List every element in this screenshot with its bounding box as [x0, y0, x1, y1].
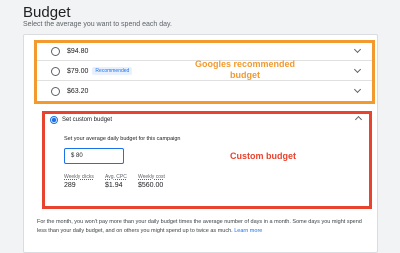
radio-button[interactable] — [51, 66, 60, 76]
option-amount: $63.20 — [67, 88, 89, 95]
custom-budget-instruction: Set your average daily budget for this c… — [64, 136, 181, 142]
stat-value: $1.94 — [105, 182, 123, 189]
option-amount: $79.00 — [67, 67, 89, 75]
budget-footnote: For the month, you won't pay more than y… — [37, 218, 372, 236]
recommended-annotation: Googles recommended budget — [180, 59, 310, 81]
custom-budget-option[interactable]: Set custom budget — [45, 113, 369, 126]
recommended-badge: Recommended — [92, 67, 133, 75]
option-amount: $94.80 — [67, 47, 89, 55]
page-subtitle: Select the average you want to spend eac… — [23, 21, 172, 28]
budget-option-3[interactable]: $63.20 — [37, 82, 372, 101]
custom-budget-label: Set custom budget — [62, 116, 113, 123]
stat-value: $560.00 — [138, 182, 164, 189]
chevron-up-icon[interactable] — [354, 115, 363, 124]
stat-weekly-cost: Weekly cost $560.00 — [138, 174, 165, 189]
recommended-annotation-line2: budget — [230, 70, 260, 80]
chevron-down-icon[interactable] — [353, 45, 362, 54]
radio-button-selected[interactable] — [50, 115, 58, 124]
radio-button[interactable] — [51, 87, 60, 96]
stat-weekly-clicks: Weekly clicks 289 — [64, 174, 94, 189]
daily-budget-input[interactable]: $ 80 — [64, 148, 124, 164]
footnote-text: For the month, you won't pay more than y… — [37, 219, 362, 234]
stat-label: Avg. CPC — [105, 174, 127, 180]
stat-label: Weekly cost — [138, 174, 165, 180]
custom-annotation: Custom budget — [230, 151, 296, 161]
page-title: Budget — [23, 4, 71, 21]
stat-avg-cpc: Avg. CPC $1.94 — [105, 174, 127, 189]
learn-more-link[interactable]: Learn more — [234, 228, 262, 234]
stat-label: Weekly clicks — [64, 174, 94, 180]
radio-button[interactable] — [51, 46, 60, 56]
stat-value: 289 — [64, 182, 76, 189]
chevron-down-icon[interactable] — [353, 65, 362, 74]
recommended-annotation-line1: Googles recommended — [194, 59, 296, 69]
chevron-down-icon[interactable] — [353, 85, 362, 94]
